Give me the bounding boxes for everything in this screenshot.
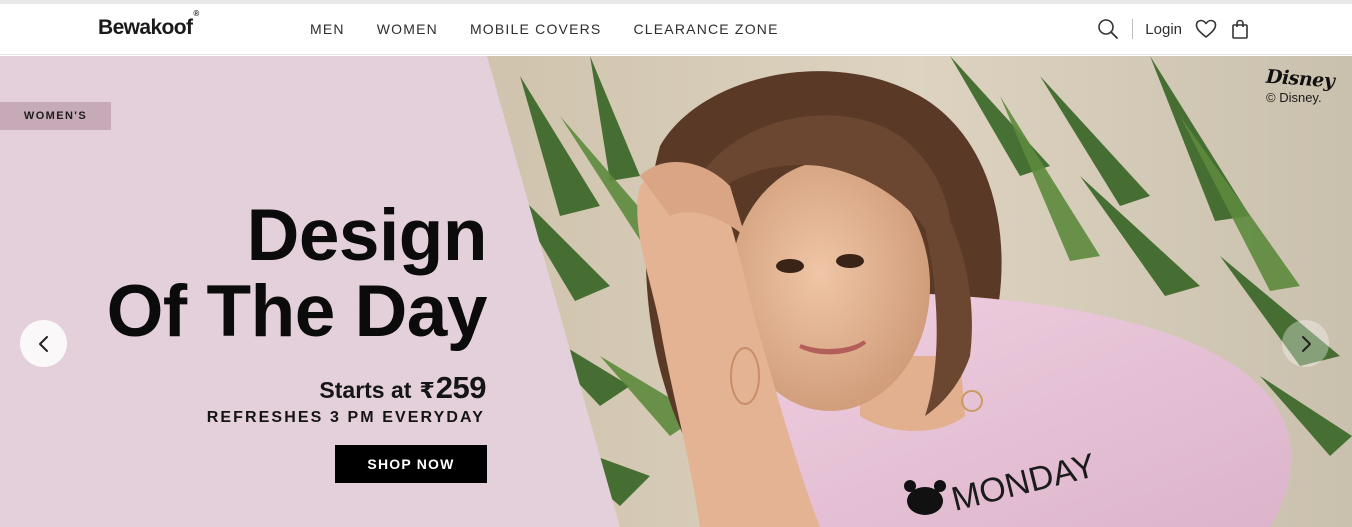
nav-item-clearance-zone[interactable]: CLEARANCE ZONE	[633, 21, 778, 37]
search-icon[interactable]	[1096, 17, 1120, 41]
next-slide-button[interactable]	[1282, 320, 1329, 367]
hero-headline: Design Of The Day	[106, 195, 488, 352]
starts-at-label: Starts at	[319, 377, 412, 403]
header-divider	[1132, 19, 1134, 39]
site-header: Bewakoof® MEN WOMEN MOBILE COVERS CLEARA…	[0, 4, 1352, 55]
chevron-right-icon	[1301, 335, 1311, 352]
currency-symbol: ₹	[419, 378, 435, 403]
hero-banner[interactable]: MONDAY WOMEN'S Design Of The Day Starts …	[0, 56, 1352, 527]
shop-now-button[interactable]: SHOP NOW	[335, 445, 487, 483]
price-line: Starts at ₹ 259	[319, 370, 486, 406]
headline-line-1: Design	[246, 195, 488, 276]
disney-copyright: © Disney.	[1266, 90, 1322, 105]
disney-logo: Disney © Disney.	[1265, 65, 1336, 105]
nav-item-women[interactable]: WOMEN	[377, 21, 438, 37]
category-tag[interactable]: WOMEN'S	[0, 102, 111, 130]
disney-brand: Disney	[1265, 65, 1336, 93]
nav-item-men[interactable]: MEN	[310, 21, 345, 37]
logo-trademark: ®	[193, 9, 199, 18]
refresh-note: REFRESHES 3 PM EVERYDAY	[206, 409, 485, 426]
chevron-left-icon	[38, 335, 48, 352]
logo-text: Bewakoof	[98, 16, 193, 39]
main-nav: MEN WOMEN MOBILE COVERS CLEARANCE ZONE	[310, 21, 811, 37]
nav-item-mobile-covers[interactable]: MOBILE COVERS	[470, 21, 602, 37]
prev-slide-button[interactable]	[20, 320, 67, 367]
login-link[interactable]: Login	[1145, 21, 1182, 38]
headline-line-2: Of The Day	[106, 271, 488, 352]
price-value: 259	[435, 370, 487, 405]
brand-logo[interactable]: Bewakoof®	[98, 9, 199, 40]
header-actions: Login	[1096, 17, 1252, 41]
bag-icon[interactable]	[1228, 17, 1252, 41]
heart-icon[interactable]	[1194, 17, 1218, 41]
